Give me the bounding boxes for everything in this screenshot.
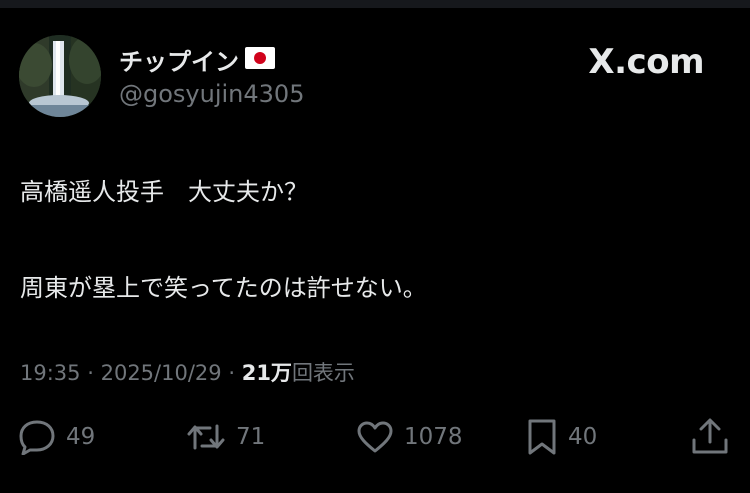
reply-icon bbox=[18, 419, 56, 455]
reply-count: 49 bbox=[66, 424, 96, 450]
share-button[interactable] bbox=[690, 417, 730, 457]
like-count: 1078 bbox=[404, 424, 463, 450]
user-handle[interactable]: @gosyujin4305 bbox=[119, 80, 304, 108]
tweet-time[interactable]: 19:35 bbox=[20, 361, 81, 385]
bookmark-button[interactable]: 40 bbox=[526, 417, 597, 457]
meta-separator: · bbox=[87, 361, 94, 385]
bookmark-count: 40 bbox=[568, 424, 598, 450]
site-badge: X.com bbox=[588, 42, 704, 82]
like-icon bbox=[356, 420, 394, 454]
tweet-date[interactable]: 2025/10/29 bbox=[101, 361, 222, 385]
share-icon bbox=[690, 418, 730, 456]
top-bar bbox=[0, 0, 750, 8]
meta-separator: · bbox=[228, 361, 236, 385]
tweet-meta: 19:35 · 2025/10/29 · 21万回表示 bbox=[20, 357, 355, 387]
avatar[interactable] bbox=[19, 35, 101, 117]
japan-flag-icon bbox=[245, 47, 275, 75]
repost-count: 71 bbox=[236, 424, 266, 450]
reply-button[interactable]: 49 bbox=[18, 417, 95, 457]
avatar-waterfall-image bbox=[19, 35, 101, 117]
display-name[interactable]: チップイン bbox=[119, 42, 275, 77]
repost-icon bbox=[186, 420, 226, 454]
tweet-text-line-2: 周東が塁上で笑ってたのは許せない。 bbox=[20, 274, 427, 302]
tweet-text-line-1: 高橋遥人投手 大丈夫か？ bbox=[20, 178, 308, 206]
display-name-text: チップイン bbox=[119, 48, 239, 76]
views-count: 21万 bbox=[241, 361, 292, 385]
repost-button[interactable]: 71 bbox=[186, 417, 265, 457]
views-label: 回表示 bbox=[291, 361, 355, 385]
bookmark-icon bbox=[526, 418, 558, 456]
like-button[interactable]: 1078 bbox=[356, 417, 463, 457]
